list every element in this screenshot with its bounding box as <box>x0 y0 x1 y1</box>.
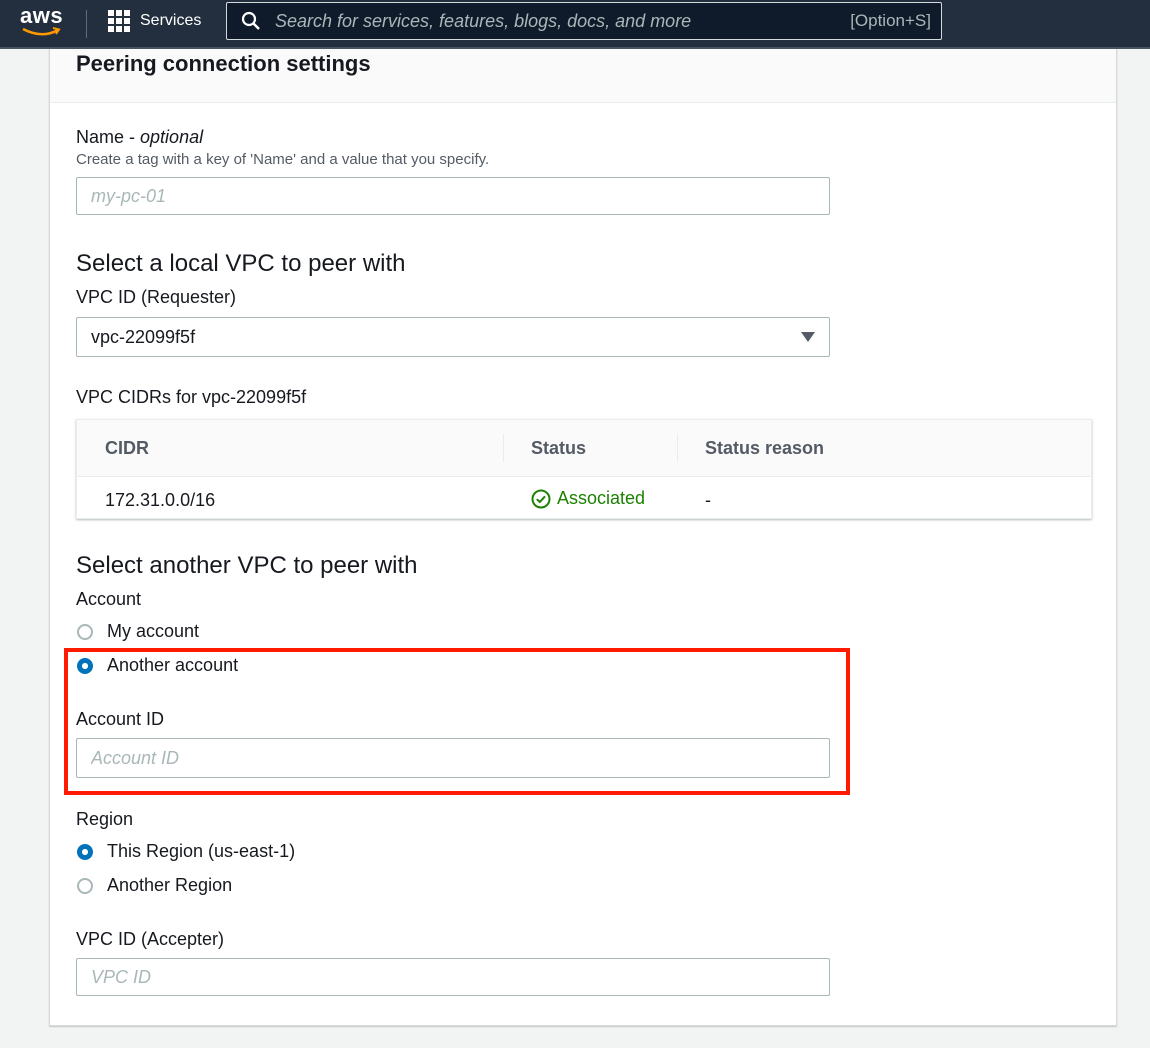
cell-status: Associated <box>531 488 645 509</box>
region-label: Region <box>76 809 133 830</box>
name-field-description: Create a tag with a key of 'Name' and a … <box>76 151 489 168</box>
local-vpc-heading: Select a local VPC to peer with <box>76 250 406 278</box>
column-header-status: Status <box>531 438 586 459</box>
vpc-cidrs-table: CIDR Status Status reason 172.31.0.0/16 … <box>76 419 1092 519</box>
status-text: Associated <box>557 488 645 509</box>
peering-settings-panel: Peering connection settings Name - optio… <box>49 49 1117 1026</box>
search-shortcut-hint: [Option+S] <box>850 11 931 31</box>
requester-vpc-label: VPC ID (Requester) <box>76 287 236 308</box>
radio-my-account[interactable]: My account <box>77 621 199 642</box>
radio-unchecked-icon <box>77 878 93 894</box>
table-header: CIDR Status Status reason <box>77 420 1091 477</box>
caret-down-icon <box>801 332 815 342</box>
search-input[interactable] <box>273 10 850 33</box>
name-optional-text: optional <box>140 127 203 147</box>
requester-vpc-value: vpc-22099f5f <box>91 327 195 348</box>
radio-this-region[interactable]: This Region (us-east-1) <box>77 841 295 862</box>
aws-logo-text: aws <box>20 3 63 29</box>
panel-header: Peering connection settings <box>50 49 1116 103</box>
services-label: Services <box>140 12 201 30</box>
cell-status-reason: - <box>705 490 711 511</box>
radio-this-region-label: This Region (us-east-1) <box>107 841 295 862</box>
accepter-vpc-input[interactable] <box>76 958 830 996</box>
name-field-label: Name - optional <box>76 127 203 148</box>
nav-divider <box>86 10 87 38</box>
global-search[interactable]: [Option+S] <box>226 2 942 40</box>
column-header-status-reason: Status reason <box>705 438 824 459</box>
radio-checked-icon <box>77 844 93 860</box>
column-separator <box>677 434 678 462</box>
services-menu-button[interactable]: Services <box>108 9 201 33</box>
panel-title: Peering connection settings <box>76 51 371 77</box>
column-separator <box>503 434 504 462</box>
services-grid-icon <box>108 10 130 32</box>
search-icon <box>241 11 261 31</box>
success-check-icon <box>531 489 551 509</box>
aws-smile-icon <box>22 27 62 37</box>
accepter-vpc-label: VPC ID (Accepter) <box>76 929 224 950</box>
radio-my-account-label: My account <box>107 621 199 642</box>
column-header-cidr: CIDR <box>105 438 149 459</box>
radio-another-region-label: Another Region <box>107 875 232 896</box>
top-navigation-bar: aws Services [Option+S] <box>0 0 1150 49</box>
radio-unchecked-icon <box>77 624 93 640</box>
radio-another-region[interactable]: Another Region <box>77 875 232 896</box>
aws-logo[interactable]: aws <box>20 3 64 37</box>
name-input[interactable] <box>76 177 830 215</box>
another-vpc-heading: Select another VPC to peer with <box>76 552 418 580</box>
name-label-text: Name - <box>76 127 135 147</box>
highlight-annotation-box <box>64 648 850 795</box>
cell-cidr: 172.31.0.0/16 <box>105 490 215 511</box>
requester-vpc-select[interactable]: vpc-22099f5f <box>76 317 830 357</box>
vpc-cidrs-label: VPC CIDRs for vpc-22099f5f <box>76 387 306 408</box>
account-label: Account <box>76 589 141 610</box>
